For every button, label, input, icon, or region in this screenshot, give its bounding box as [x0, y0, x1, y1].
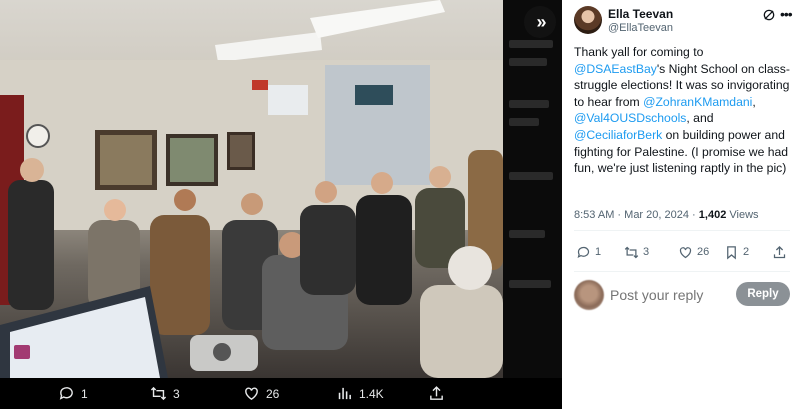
bookmark-button[interactable]: 2	[724, 240, 749, 264]
tweet-time[interactable]: 8:53 AM	[574, 209, 614, 221]
like-icon	[245, 387, 258, 401]
like-icon	[679, 246, 692, 258]
media-reply-button[interactable]: 1	[58, 378, 88, 409]
views-icon	[338, 387, 351, 400]
tweet-panel: Ella Teevan @EllaTeevan ••• Thank yall f…	[562, 0, 800, 409]
retweet-button[interactable]: 3	[624, 240, 649, 264]
tweet-meta: 8:53 AM · Mar 20, 2024 · 1,402 Views	[574, 209, 759, 221]
retweet-count: 3	[643, 246, 650, 258]
user-avatar[interactable]	[574, 280, 604, 310]
author-name[interactable]: Ella Teevan	[608, 7, 673, 21]
tweet-media-viewer: » 1 3 26 1.4K Ella Teevan @EllaTeevan ••…	[0, 0, 800, 409]
reply-icon	[59, 387, 73, 400]
media-like-count: 26	[266, 386, 280, 401]
bookmark-icon	[727, 245, 736, 259]
author-handle[interactable]: @EllaTeevan	[608, 22, 673, 34]
mention-link[interactable]: @ZohranKMamdani	[643, 95, 752, 109]
tweet-author: Ella Teevan @EllaTeevan •••	[574, 6, 793, 36]
tweet-text-segment: , and	[686, 111, 714, 126]
share-icon	[430, 386, 443, 400]
tweet-action-bar: 1 3 26 2	[574, 240, 790, 264]
media-retweet-count: 3	[173, 386, 180, 401]
like-count: 26	[697, 246, 710, 258]
meta-separator: ·	[692, 209, 696, 221]
media-pane: » 1 3 26 1.4K	[0, 0, 562, 409]
share-button[interactable]	[772, 240, 787, 264]
bookmark-count: 2	[743, 246, 750, 258]
avatar[interactable]	[574, 6, 602, 34]
reply-icon	[577, 246, 590, 258]
photo-illustration	[0, 0, 503, 378]
media-share-button[interactable]	[428, 378, 445, 409]
share-icon	[773, 245, 786, 258]
reply-count: 1	[595, 246, 602, 258]
tweet-text-segment: ,	[752, 94, 756, 109]
background-timeline	[503, 0, 562, 378]
tweet-text-segment: Thank yall for coming to	[574, 45, 704, 59]
views-count: 1,402	[698, 209, 727, 221]
media-reply-count: 1	[81, 386, 88, 401]
tweet-date[interactable]: Mar 20, 2024	[624, 209, 689, 221]
tweet-photo[interactable]	[0, 0, 503, 378]
views-label: Views	[729, 209, 759, 221]
reply-button[interactable]: 1	[576, 240, 601, 264]
retweet-icon	[624, 246, 639, 258]
media-views-count: 1.4K	[359, 386, 384, 401]
divider	[574, 271, 790, 272]
reply-input[interactable]	[610, 284, 730, 306]
media-like-button[interactable]: 26	[243, 378, 279, 409]
expand-icon[interactable]: »	[524, 6, 556, 38]
media-action-bar: 1 3 26 1.4K	[0, 378, 562, 409]
mention-link[interactable]: @DSAEastBay	[574, 62, 657, 76]
grok-icon[interactable]	[762, 8, 776, 22]
tweet-text: Thank yall for coming to @DSAEastBay's N…	[574, 44, 794, 177]
mention-link[interactable]: @Val4OUSDschools	[574, 111, 686, 125]
reply-submit-button[interactable]: Reply	[736, 282, 790, 306]
media-views-button[interactable]: 1.4K	[336, 378, 384, 409]
meta-separator: ·	[617, 209, 622, 221]
media-retweet-button[interactable]: 3	[150, 378, 180, 409]
mention-link[interactable]: @CeciliaforBerk	[574, 128, 662, 142]
more-options-icon[interactable]: •••	[780, 6, 793, 22]
like-button[interactable]: 26	[678, 240, 709, 264]
retweet-icon	[150, 386, 167, 401]
divider	[574, 230, 790, 231]
